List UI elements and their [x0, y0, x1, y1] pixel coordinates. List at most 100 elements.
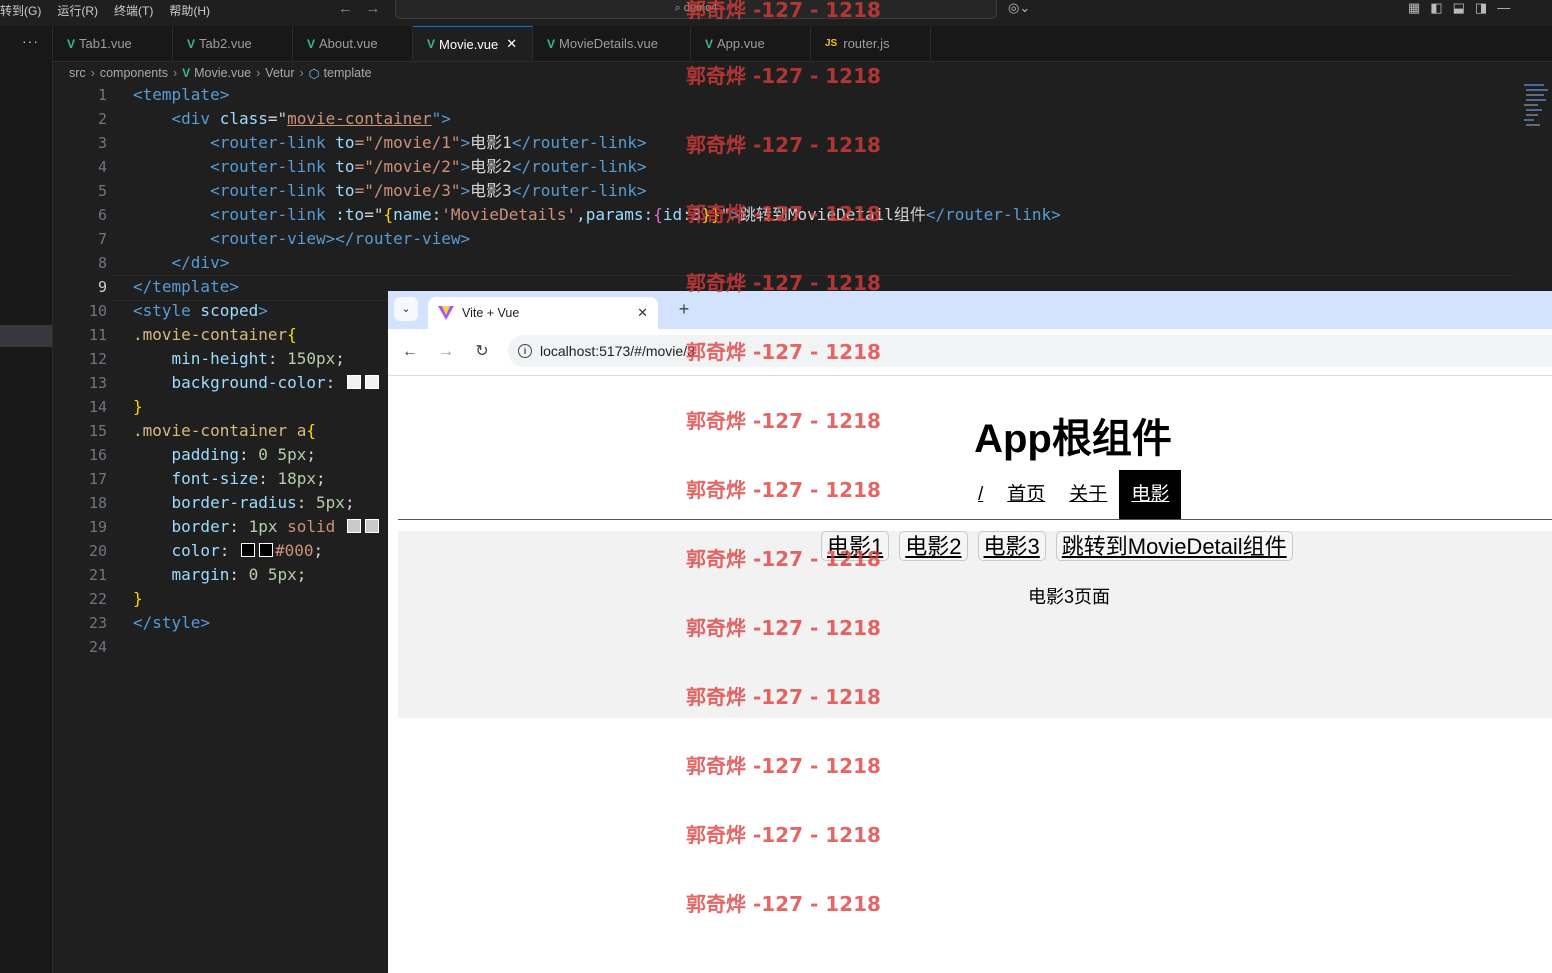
- code-token: =": [267, 109, 288, 128]
- code-token: </router-link>: [511, 181, 647, 200]
- nav-link-about[interactable]: 关于: [1057, 470, 1119, 520]
- site-info-icon[interactable]: i: [518, 344, 532, 358]
- color-swatch[interactable]: [364, 375, 379, 389]
- movie-detail-link[interactable]: 跳转到MovieDetail组件: [1055, 531, 1293, 561]
- activity-active-item[interactable]: [0, 325, 52, 347]
- tab-label: Tab1.vue: [79, 36, 132, 51]
- close-tab-icon[interactable]: ✕: [637, 305, 648, 321]
- browser-tab[interactable]: Vite + Vue ✕: [428, 297, 658, 329]
- nav-link-movie[interactable]: 电影: [1119, 470, 1182, 520]
- code-token: ;: [335, 349, 345, 368]
- reload-icon[interactable]: ↻: [472, 342, 492, 362]
- code-token: }: [133, 397, 143, 416]
- vue-file-icon: V: [547, 36, 556, 51]
- code-token: <router-link: [210, 133, 326, 152]
- watermark: 郭奇烨 -127 - 1218: [686, 478, 881, 502]
- watermark: 郭奇烨 -127 - 1218: [686, 409, 881, 433]
- layout-controls: ▦ ◧ ⬓ ◨ —: [1408, 0, 1510, 16]
- forward-icon[interactable]: →: [436, 342, 456, 362]
- color-swatch[interactable]: [346, 519, 361, 533]
- menu-terminal[interactable]: 终端(T): [114, 2, 153, 19]
- copilot-icon[interactable]: ◎⌄: [1008, 0, 1030, 16]
- code-token: </router-link>: [511, 133, 647, 152]
- code-token: :to: [325, 205, 365, 224]
- line-number: 11: [88, 326, 107, 344]
- code-token: font-size: [171, 469, 259, 488]
- code-token: {: [306, 421, 317, 440]
- symbol-icon: ⬡: [308, 66, 320, 81]
- line-number: 21: [88, 566, 107, 584]
- forward-arrow-icon[interactable]: →: [366, 0, 381, 17]
- browser-tab-title: Vite + Vue: [462, 306, 520, 320]
- back-icon[interactable]: ←: [400, 342, 420, 362]
- line-number-gutter: 1 2 3 4 5 6 7 8 9 10 11 12 13 14 15 16 1…: [53, 83, 113, 659]
- watermark: 郭奇烨 -127 - 1218: [686, 547, 881, 571]
- tab-router[interactable]: JS router.js: [811, 26, 931, 61]
- code-line: <div class="movie-container">: [133, 107, 1513, 131]
- chevron-right-icon: ›: [256, 66, 261, 80]
- customize-layout-icon[interactable]: ▦: [1408, 0, 1420, 16]
- code-token: }: [133, 589, 143, 608]
- color-swatch[interactable]: [258, 543, 273, 557]
- watermark: 郭奇烨 -127 - 1218: [686, 892, 881, 916]
- address-bar[interactable]: i localhost:5173/#/movie/3: [508, 335, 1552, 367]
- code-token: class: [210, 109, 268, 128]
- code-token: border: [171, 517, 230, 536]
- breadcrumb-item[interactable]: components: [100, 66, 168, 80]
- code-token: ="/movie/2": [354, 157, 461, 176]
- close-icon[interactable]: ✕: [506, 36, 517, 52]
- code-token: :: [219, 541, 239, 560]
- watermark: 郭奇烨 -127 - 1218: [686, 0, 881, 22]
- color-swatch[interactable]: [346, 375, 361, 389]
- watermark: 郭奇烨 -127 - 1218: [686, 133, 881, 157]
- line-number: 20: [88, 542, 107, 560]
- code-token: ;: [306, 445, 317, 464]
- nav-link-home[interactable]: 首页: [995, 470, 1057, 520]
- code-token: <router-link: [210, 181, 326, 200]
- code-token: to: [325, 181, 355, 200]
- tab-moviedetails[interactable]: V MovieDetails.vue: [533, 26, 691, 61]
- code-token: >: [258, 301, 268, 320]
- back-arrow-icon[interactable]: ←: [338, 0, 353, 17]
- code-token: :: [296, 493, 317, 512]
- code-token: <router-link: [210, 205, 326, 224]
- tab-movie[interactable]: V Movie.vue ✕: [413, 26, 533, 61]
- nav-link-root[interactable]: /: [966, 470, 995, 520]
- movie-link-3[interactable]: 电影3: [977, 531, 1046, 561]
- vite-favicon-icon: [438, 306, 454, 320]
- movie-link-2[interactable]: 电影2: [899, 531, 968, 561]
- breadcrumb-item[interactable]: template: [324, 66, 372, 80]
- new-tab-button[interactable]: +: [672, 297, 696, 321]
- code-token: >: [460, 181, 471, 200]
- color-swatch[interactable]: [240, 543, 255, 557]
- js-file-icon: JS: [825, 38, 838, 49]
- vue-file-icon: V: [67, 36, 76, 51]
- menu-help[interactable]: 帮助(H): [169, 2, 210, 19]
- breadcrumb-item[interactable]: Movie.vue: [194, 66, 251, 80]
- code-token: to: [325, 133, 355, 152]
- tab-app[interactable]: V App.vue: [691, 26, 811, 61]
- line-number: 4: [97, 158, 107, 176]
- browser-tab-strip: ⌄ Vite + Vue ✕ +: [388, 291, 1552, 329]
- code-token: 1px: [248, 517, 278, 536]
- tab-tab2[interactable]: V Tab2.vue: [173, 26, 293, 61]
- more-icon[interactable]: ···: [22, 33, 39, 49]
- menu-run[interactable]: 运行(R): [57, 2, 98, 19]
- chevron-right-icon: ›: [90, 66, 95, 80]
- breadcrumb-item[interactable]: src: [69, 66, 86, 80]
- tab-tab1[interactable]: V Tab1.vue: [53, 26, 173, 61]
- toggle-panel-icon[interactable]: ⬓: [1453, 0, 1465, 16]
- minimap[interactable]: [1522, 84, 1550, 130]
- tab-about[interactable]: V About.vue: [293, 26, 413, 61]
- tab-label: About.vue: [319, 36, 378, 51]
- minimize-icon[interactable]: —: [1497, 0, 1510, 16]
- toggle-secondary-sidebar-icon[interactable]: ◨: [1475, 0, 1487, 16]
- color-swatch[interactable]: [364, 519, 379, 533]
- code-token: ="/movie/1": [354, 133, 461, 152]
- menu-goto[interactable]: 转到(G): [0, 2, 41, 19]
- tab-search-icon[interactable]: ⌄: [394, 297, 418, 321]
- chevron-right-icon: ›: [172, 66, 178, 80]
- watermark: 郭奇烨 -127 - 1218: [686, 202, 881, 226]
- toggle-sidebar-icon[interactable]: ◧: [1430, 0, 1442, 16]
- breadcrumb-item[interactable]: Vetur: [265, 66, 294, 80]
